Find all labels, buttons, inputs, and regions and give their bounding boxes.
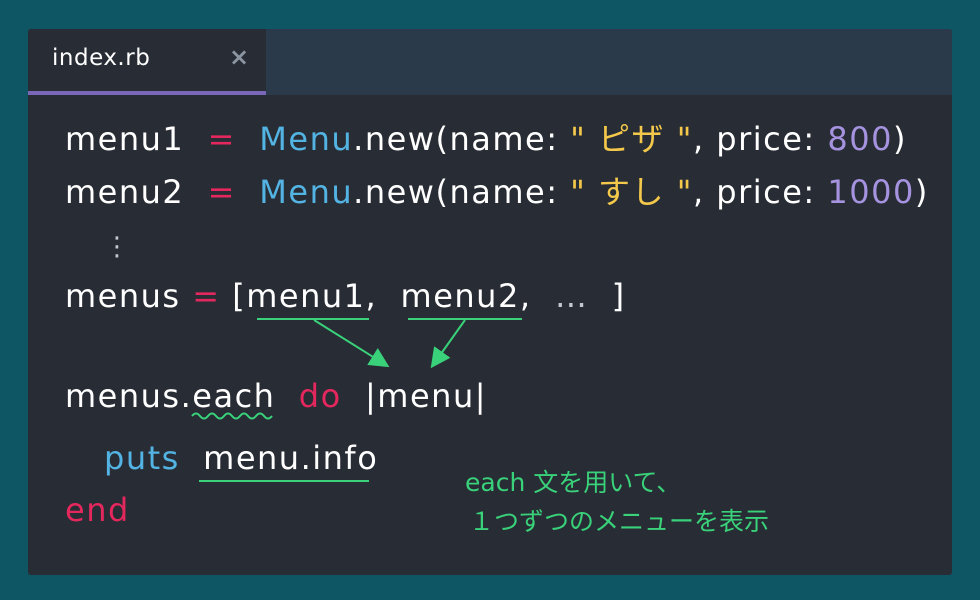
arrow-from-menu2	[430, 319, 466, 369]
code-line-4: menus.each do |menu|	[65, 376, 487, 416]
underline-menu-info	[199, 480, 369, 482]
call-menu-info: menu.info	[203, 439, 379, 477]
code-line-6: end	[65, 491, 130, 529]
annotation-line-2: １つずつのメニューを表示	[469, 507, 770, 536]
method-each: each	[192, 377, 276, 415]
keyword-do: do	[298, 377, 342, 415]
block-param: |menu|	[365, 377, 487, 415]
annotation-line-1: each 文を用いて、	[465, 468, 682, 497]
code-line-5: puts menu.info	[104, 438, 378, 478]
editor-window: index.rb × menu1 = Menu.new(name: " ピザ "…	[28, 29, 952, 575]
method-puts: puts	[104, 439, 180, 477]
code-area[interactable]: menu1 = Menu.new(name: " ピザ ", price: 80…	[28, 29, 952, 575]
receiver-menus: menus.	[65, 377, 193, 415]
arrow-from-menu1	[313, 319, 390, 368]
